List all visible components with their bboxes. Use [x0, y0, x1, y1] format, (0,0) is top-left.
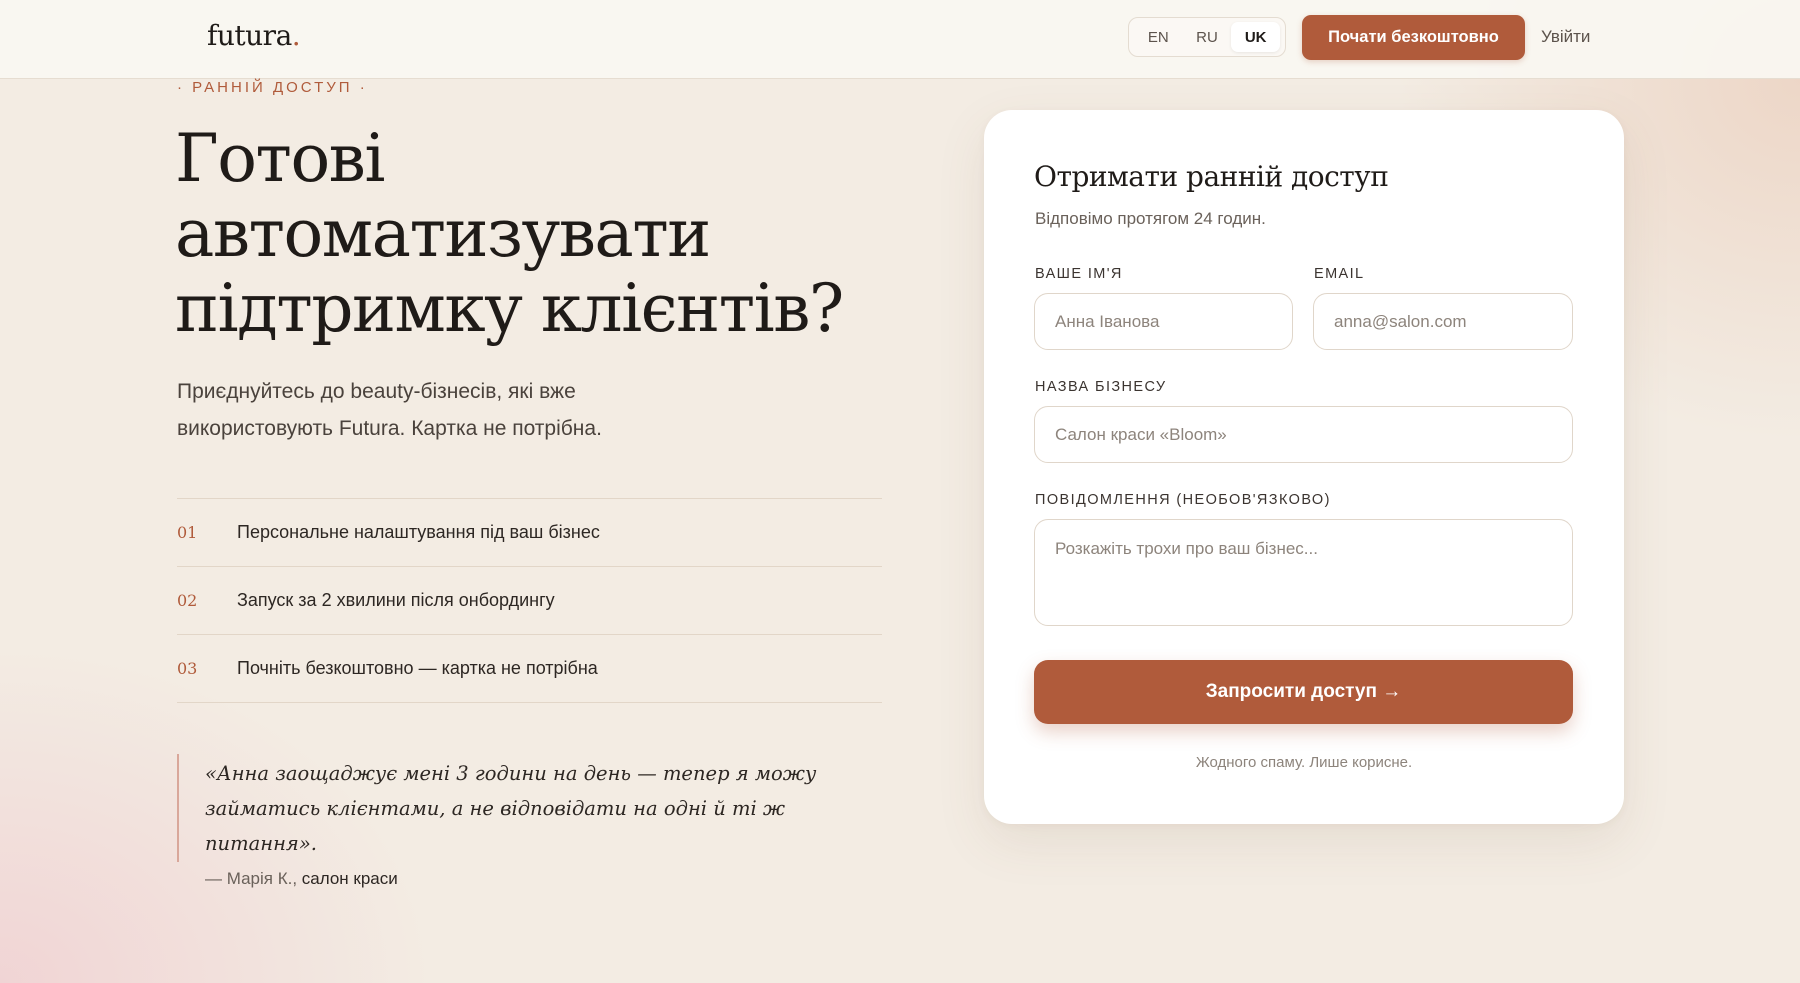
testimonial: «Анна заощаджує мені 3 години на день — …	[177, 754, 817, 888]
eyebrow-label: · РАННІЙ ДОСТУП ·	[177, 79, 368, 96]
testimonial-author-role: салон краси	[301, 869, 398, 888]
benefit-number: 02	[177, 591, 198, 610]
message-label: ПОВІДОМЛЕННЯ (НЕОБОВ'ЯЗКОВО)	[1035, 492, 1331, 508]
business-name-label: НАЗВА БІЗНЕСУ	[1035, 379, 1167, 395]
language-option-en[interactable]: EN	[1134, 22, 1183, 52]
logo[interactable]: futura.	[207, 19, 301, 52]
language-option-ru[interactable]: RU	[1183, 22, 1232, 52]
email-label: EMAIL	[1314, 266, 1365, 282]
message-field[interactable]	[1034, 519, 1573, 626]
logo-text: futura	[207, 19, 292, 52]
benefit-item: 02 Запуск за 2 хвилини після онбордингу	[177, 567, 882, 635]
name-field[interactable]	[1034, 293, 1293, 350]
business-name-field[interactable]	[1034, 406, 1573, 463]
form-note: Жодного спаму. Лише корисне.	[1195, 754, 1413, 771]
benefit-text: Персональне налаштування під ваш бізнес	[237, 522, 600, 542]
benefit-number: 01	[177, 523, 198, 542]
testimonial-quote: «Анна заощаджує мені 3 години на день — …	[205, 762, 817, 855]
benefit-text: Почніть безкоштовно — картка не потрібна	[237, 658, 598, 678]
benefit-number: 03	[177, 659, 198, 678]
login-link[interactable]: Увійти	[1541, 27, 1590, 47]
testimonial-author: — Марія К., салон краси	[205, 869, 817, 889]
benefit-text: Запуск за 2 хвилини після онбордингу	[237, 590, 555, 610]
testimonial-author-name: — Марія К.,	[205, 869, 302, 888]
form-subtitle: Відповімо протягом 24 годин.	[1035, 209, 1266, 228]
top-nav: futura. EN RU UK Почати безкоштовно Увій…	[0, 0, 1800, 79]
hero-subtitle: Приєднуйтесь до beauty-бізнесів, які вже…	[177, 380, 602, 440]
request-access-button[interactable]: Запросити доступ →	[1034, 660, 1573, 724]
benefits-list: 01 Персональне налаштування під ваш бізн…	[177, 498, 882, 703]
form-title: Отримати ранній доступ	[1034, 160, 1389, 193]
email-field[interactable]	[1313, 293, 1573, 350]
language-option-uk[interactable]: UK	[1231, 22, 1281, 52]
name-label: ВАШЕ ІМ'Я	[1035, 266, 1123, 282]
logo-dot: .	[291, 19, 301, 52]
start-free-button[interactable]: Почати безкоштовно	[1302, 15, 1525, 60]
page-title: Готові автоматизувати підтримку клієнтів…	[175, 120, 844, 347]
language-switcher: EN RU UK	[1128, 17, 1286, 57]
benefit-item: 01 Персональне налаштування під ваш бізн…	[177, 499, 882, 567]
benefit-item: 03 Почніть безкоштовно — картка не потрі…	[177, 635, 882, 703]
early-access-form: Отримати ранній доступ Відповімо протяго…	[984, 110, 1624, 824]
